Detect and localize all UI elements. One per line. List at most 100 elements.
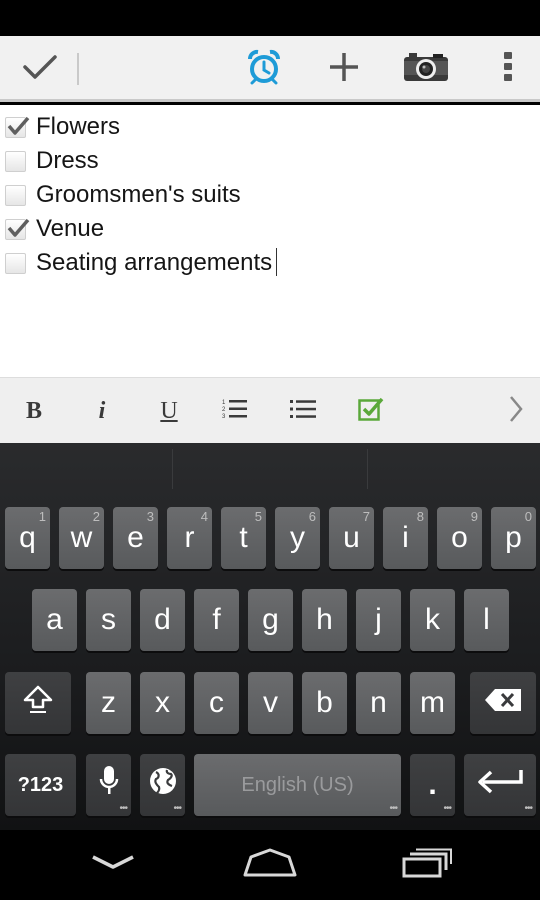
key-label: v bbox=[263, 686, 278, 719]
enter-key[interactable]: ••• bbox=[464, 754, 536, 816]
shift-key[interactable] bbox=[5, 672, 71, 734]
add-button[interactable] bbox=[312, 36, 376, 102]
key-o[interactable]: o9 bbox=[437, 507, 482, 569]
key-i[interactable]: i8 bbox=[383, 507, 428, 569]
checklist-item-label[interactable]: Dress bbox=[36, 144, 99, 178]
key-e[interactable]: e3 bbox=[113, 507, 158, 569]
key-u[interactable]: u7 bbox=[329, 507, 374, 569]
checkbox-unchecked[interactable] bbox=[5, 184, 26, 206]
numbered-list-button[interactable]: 1 2 3 bbox=[205, 378, 265, 444]
key-q[interactable]: q1 bbox=[5, 507, 50, 569]
key-r[interactable]: r4 bbox=[167, 507, 212, 569]
recent-apps-button[interactable] bbox=[382, 830, 472, 900]
key-t[interactable]: t5 bbox=[221, 507, 266, 569]
symbols-key[interactable]: ?123 bbox=[5, 754, 76, 816]
key-hint: 1 bbox=[38, 509, 46, 524]
key-label: g bbox=[262, 603, 279, 636]
checklist-item-label[interactable]: Groomsmen's suits bbox=[36, 178, 241, 212]
checkmark-icon bbox=[23, 54, 57, 85]
key-k[interactable]: k bbox=[410, 589, 455, 651]
backspace-key[interactable] bbox=[470, 672, 536, 734]
key-a[interactable]: a bbox=[32, 589, 77, 651]
overflow-menu-icon bbox=[503, 51, 513, 88]
checkbox-unchecked[interactable] bbox=[5, 252, 26, 274]
alarm-clock-icon bbox=[246, 49, 282, 90]
shift-icon bbox=[22, 684, 54, 722]
period-key[interactable]: . ••• bbox=[410, 754, 455, 816]
home-button[interactable] bbox=[225, 830, 315, 900]
key-j[interactable]: j bbox=[356, 589, 401, 651]
key-long-press-dots: ••• bbox=[389, 803, 397, 814]
more-formatting-button[interactable] bbox=[488, 378, 540, 444]
key-s[interactable]: s bbox=[86, 589, 131, 651]
key-label: h bbox=[316, 603, 333, 636]
key-long-press-dots: ••• bbox=[119, 803, 127, 814]
enter-icon bbox=[477, 768, 523, 802]
key-m[interactable]: m bbox=[410, 672, 455, 734]
language-key[interactable]: ••• bbox=[140, 754, 185, 816]
bold-button[interactable]: B bbox=[4, 378, 64, 444]
status-bar bbox=[0, 0, 540, 36]
checklist-item-label[interactable]: Flowers bbox=[36, 110, 120, 144]
key-label: a bbox=[46, 603, 63, 636]
key-v[interactable]: v bbox=[248, 672, 293, 734]
key-label: u bbox=[343, 521, 360, 554]
key-p[interactable]: p0 bbox=[491, 507, 536, 569]
key-w[interactable]: w2 bbox=[59, 507, 104, 569]
checklist-item-label-with-cursor[interactable]: Seating arrangements bbox=[36, 246, 278, 280]
reminder-button[interactable] bbox=[232, 36, 296, 102]
key-label: f bbox=[212, 603, 221, 636]
key-x[interactable]: x bbox=[140, 672, 185, 734]
back-button[interactable] bbox=[68, 830, 158, 900]
key-f[interactable]: f bbox=[194, 589, 239, 651]
key-hint: 6 bbox=[308, 509, 316, 524]
checklist-item-label[interactable]: Venue bbox=[36, 212, 104, 246]
key-n[interactable]: n bbox=[356, 672, 401, 734]
note-editor[interactable]: Flowers Dress Groomsmen's suits Venue Se… bbox=[0, 105, 540, 377]
key-label: o bbox=[451, 521, 468, 554]
key-b[interactable]: b bbox=[302, 672, 347, 734]
key-long-press-dots: ••• bbox=[443, 803, 451, 814]
key-y[interactable]: y6 bbox=[275, 507, 320, 569]
key-c[interactable]: c bbox=[194, 672, 239, 734]
camera-icon bbox=[403, 51, 449, 88]
checklist-toggle-button[interactable] bbox=[341, 378, 401, 444]
key-label: i bbox=[402, 521, 409, 554]
key-hint: 3 bbox=[146, 509, 154, 524]
key-label: q bbox=[19, 521, 36, 554]
key-l[interactable]: l bbox=[464, 589, 509, 651]
backspace-icon bbox=[484, 686, 522, 720]
italic-button[interactable]: i bbox=[72, 378, 132, 444]
key-label: English (US) bbox=[241, 773, 354, 796]
space-key[interactable]: English (US) ••• bbox=[194, 754, 401, 816]
overflow-menu-button[interactable] bbox=[490, 36, 526, 102]
svg-text:1: 1 bbox=[222, 400, 226, 406]
key-z[interactable]: z bbox=[86, 672, 131, 734]
key-h[interactable]: h bbox=[302, 589, 347, 651]
format-toolbar: B i U 1 2 3 bbox=[0, 377, 540, 443]
key-label: . bbox=[428, 768, 437, 801]
navigation-bar bbox=[0, 830, 540, 900]
key-label: d bbox=[154, 603, 171, 636]
checkbox-unchecked[interactable] bbox=[5, 150, 26, 172]
voice-input-key[interactable]: ••• bbox=[86, 754, 131, 816]
key-label: c bbox=[209, 686, 224, 719]
text-cursor bbox=[276, 248, 278, 276]
italic-icon: i bbox=[98, 397, 106, 424]
numbered-list-icon: 1 2 3 bbox=[222, 398, 248, 425]
underline-button[interactable]: U bbox=[139, 378, 199, 444]
checkbox-checked[interactable] bbox=[5, 116, 30, 138]
camera-button[interactable] bbox=[394, 36, 458, 102]
svg-text:3: 3 bbox=[222, 414, 226, 420]
key-d[interactable]: d bbox=[140, 589, 185, 651]
suggestion-strip[interactable] bbox=[0, 443, 540, 495]
key-g[interactable]: g bbox=[248, 589, 293, 651]
done-button[interactable] bbox=[8, 36, 72, 102]
bulleted-list-button[interactable] bbox=[273, 378, 333, 444]
key-hint: 7 bbox=[362, 509, 370, 524]
key-hint: 2 bbox=[92, 509, 100, 524]
checkbox-icon bbox=[358, 397, 384, 426]
checkbox-checked[interactable] bbox=[5, 218, 30, 240]
checklist-item-label[interactable]: Seating arrangements bbox=[36, 249, 272, 276]
key-label: e bbox=[127, 521, 144, 554]
